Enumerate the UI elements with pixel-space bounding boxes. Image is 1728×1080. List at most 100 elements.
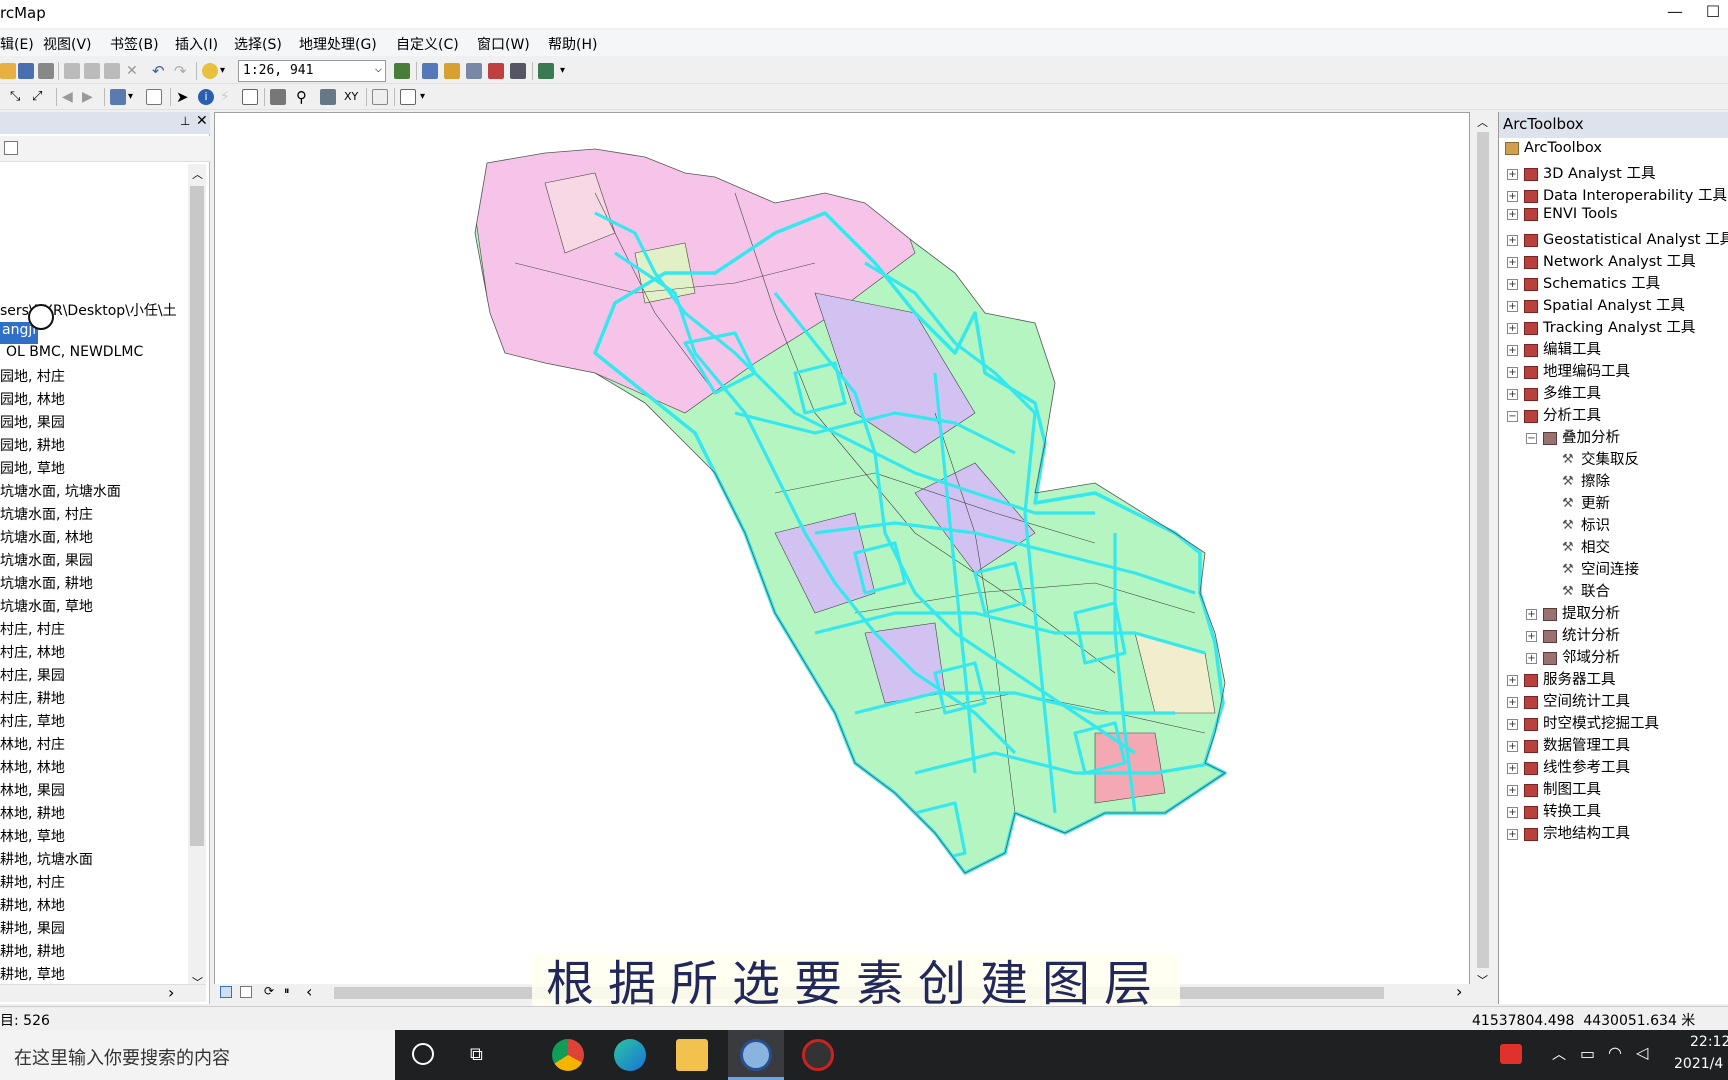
legend-class-item[interactable]: 园地, 耕地 [0,435,65,457]
toolset-item[interactable]: + 线性参考工具 [1507,756,1630,778]
paste-icon[interactable] [104,63,120,79]
arctoolbox-icon[interactable] [488,63,504,79]
catalog-icon[interactable] [444,63,460,79]
toolset-item[interactable]: + 转换工具 [1507,800,1601,822]
collapse-icon[interactable]: − [1526,432,1537,444]
expand-icon[interactable]: + [1507,696,1518,708]
menu-customize[interactable]: 自定义(C) [396,34,459,54]
add-data-icon[interactable] [202,63,218,79]
toolset-item[interactable]: + Tracking Analyst 工具 [1507,316,1695,338]
pause-drawing-icon[interactable]: ⏸ [284,984,290,998]
legend-class-item[interactable]: 坑塘水面, 林地 [0,527,93,549]
legend-class-item[interactable]: 耕地, 村庄 [0,872,65,894]
legend-class-item[interactable]: 林地, 林地 [0,757,65,779]
legend-class-item[interactable]: 坑塘水面, 果园 [0,550,93,572]
legend-class-item[interactable]: 耕地, 林地 [0,895,65,917]
viewer-window-icon[interactable] [400,89,416,105]
scroll-right-icon[interactable]: › [168,983,174,1002]
clear-selection-icon[interactable] [146,89,162,105]
legend-class-item[interactable]: 林地, 果园 [0,780,65,802]
expand-icon[interactable]: + [1507,740,1518,752]
toolset-item[interactable]: + 宗地结构工具 [1507,822,1630,844]
expand-icon[interactable]: + [1507,718,1518,730]
expand-icon[interactable]: + [1507,278,1518,290]
battery-icon[interactable]: ▭ [1580,1044,1595,1063]
toolset-item[interactable]: + 提取分析 [1526,602,1620,624]
expand-icon[interactable]: + [1507,806,1518,818]
legend-class-item[interactable]: 林地, 耕地 [0,803,65,825]
data-view-icon[interactable] [220,986,232,998]
back-extent-icon[interactable]: ◀ [62,89,78,105]
toolset-item[interactable]: + Geostatistical Analyst 工具 [1507,228,1728,250]
clock-date[interactable]: 2021/4 [1674,1056,1723,1072]
parcel-layer[interactable] [215,113,1471,993]
expand-icon[interactable]: + [1507,784,1518,796]
html-popup-icon[interactable] [242,89,258,105]
find-icon[interactable]: ⚲ [296,89,312,105]
tool-item[interactable]: ⚒ 空间连接 [1545,558,1639,580]
chevron-down-icon[interactable]: ⌵ [375,61,382,75]
forward-extent-icon[interactable]: ▶ [82,89,98,105]
map-scale-input[interactable]: 1:26, 941 ⌵ [238,60,386,82]
list-by-drawing-order-icon[interactable] [4,141,18,155]
map-view[interactable] [214,112,1470,992]
print-icon[interactable] [38,63,54,79]
ime-icon[interactable] [1500,1044,1522,1064]
toolset-item[interactable]: + 多维工具 [1507,382,1601,404]
expand-icon[interactable]: + [1526,608,1537,620]
toolset-item[interactable]: + Schematics 工具 [1507,272,1660,294]
legend-class-item[interactable]: 林地, 草地 [0,826,65,848]
chevron-up-icon[interactable]: ︿ [1552,1044,1566,1064]
expand-icon[interactable]: + [1526,630,1537,642]
expand-icon[interactable]: + [1507,674,1518,686]
taskbar-search-box[interactable]: 在这里输入你要搜索的内容 [0,1030,395,1080]
redo-icon[interactable]: ↷ [174,63,190,79]
toolset-item[interactable]: + Spatial Analyst 工具 [1507,294,1685,316]
layout-view-icon[interactable] [240,986,252,998]
toolset-item[interactable]: + 地理编码工具 [1507,360,1630,382]
menu-edit[interactable]: 辑(E) [0,34,34,54]
legend-class-item[interactable]: 坑塘水面, 坑塘水面 [0,481,121,503]
expand-icon[interactable]: + [1507,366,1518,378]
map-vertical-scrollbar[interactable]: ︿ ﹀ [1474,112,1492,992]
expand-icon[interactable]: + [1507,256,1518,268]
save-icon[interactable] [18,63,34,79]
legend-class-item[interactable]: 坑塘水面, 村庄 [0,504,93,526]
restore-icon[interactable]: ☐ [1698,2,1728,26]
expand-icon[interactable]: + [1526,652,1537,664]
legend-class-item[interactable]: 坑塘水面, 草地 [0,596,93,618]
recorder-icon[interactable] [802,1039,834,1071]
measure-icon[interactable] [270,89,286,105]
editor-icon[interactable] [394,63,410,79]
wifi-icon[interactable]: ◠ [1608,1043,1622,1062]
menu-help[interactable]: 帮助(H) [548,34,597,54]
scroll-up-icon[interactable]: ︿ [1477,114,1488,130]
toolset-item[interactable]: + Network Analyst 工具 [1507,250,1696,272]
menu-bookmarks[interactable]: 书签(B) [110,34,159,54]
chevron-down-icon[interactable]: ▾ [128,89,144,105]
toolset-item[interactable]: − 分析工具 [1507,404,1601,426]
tool-item[interactable]: ⚒ 交集取反 [1545,448,1639,470]
toolbar-options-icon[interactable]: ▾ [560,63,576,79]
legend-class-item[interactable]: 村庄, 果园 [0,665,65,687]
menu-insert[interactable]: 插入(I) [175,34,218,54]
scroll-left-icon[interactable]: ‹ [306,982,312,1001]
toc-horizontal-scrollbar[interactable]: › [0,983,206,1002]
toc-vertical-scrollbar[interactable]: ︿ ﹀ [188,164,206,992]
delete-icon[interactable]: ✕ [126,63,142,79]
expand-icon[interactable]: + [1507,828,1518,840]
identify-icon[interactable]: i [198,89,214,105]
legend-class-item[interactable]: 村庄, 草地 [0,711,65,733]
go-to-xy-icon[interactable]: XY [344,89,360,105]
minimize-icon[interactable]: — [1660,2,1690,26]
chevron-down-icon[interactable]: ▾ [220,63,236,79]
expand-icon[interactable]: + [1507,168,1518,180]
legend-class-item[interactable]: 耕地, 草地 [0,964,65,986]
toolset-item[interactable]: +3D Analyst 工具 [1507,162,1655,184]
toolset-item[interactable]: + 时空模式挖掘工具 [1507,712,1659,734]
legend-class-item[interactable]: 园地, 林地 [0,389,65,411]
toolset-item[interactable]: + 编辑工具 [1507,338,1601,360]
chrome-icon[interactable] [552,1039,584,1071]
scroll-right-icon[interactable]: › [1456,982,1462,1001]
hyperlink-icon[interactable]: ⚡ [220,89,236,105]
